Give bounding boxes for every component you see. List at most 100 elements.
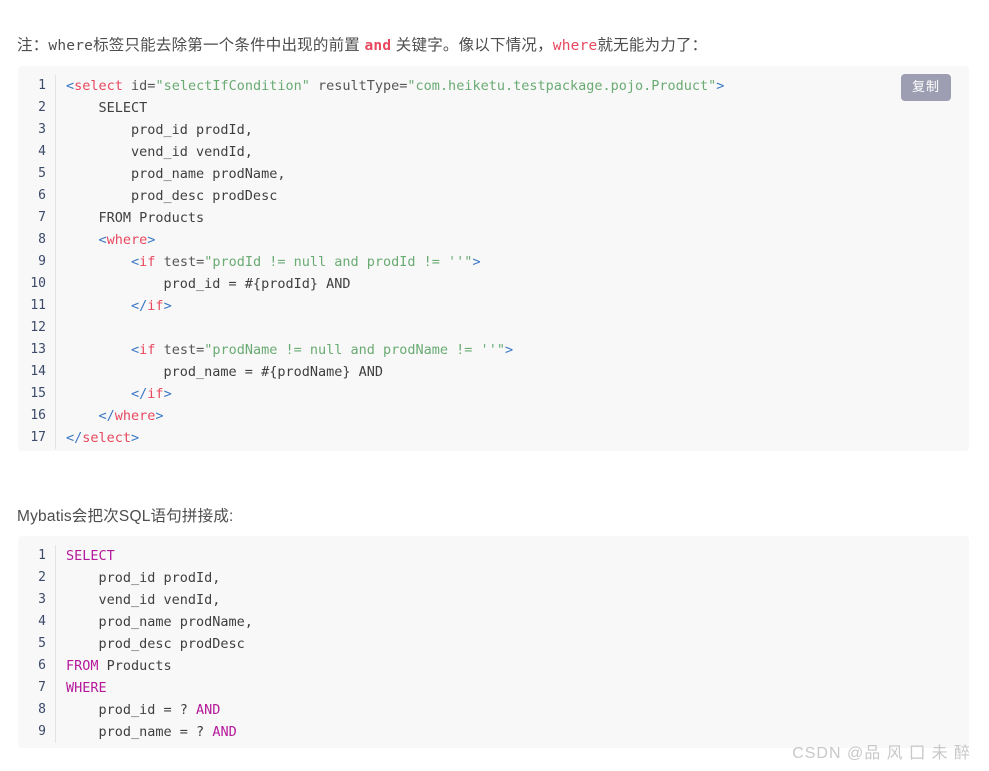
- code-token: >: [131, 430, 140, 446]
- code-token: if: [139, 254, 156, 270]
- inline-code-and: and: [364, 37, 392, 54]
- line-number: 4: [38, 614, 46, 629]
- code-line: prod_name prodName,: [66, 163, 969, 185]
- copy-button[interactable]: 复制: [900, 74, 951, 101]
- code-token: select: [74, 78, 123, 94]
- code-token: </: [131, 386, 148, 402]
- code-token: <: [131, 342, 140, 358]
- code-token: >: [716, 78, 725, 94]
- code-line: SELECT: [66, 545, 969, 567]
- inline-code-where-second: where: [552, 37, 598, 54]
- code-token: </: [98, 408, 115, 424]
- code-token: where: [106, 232, 148, 248]
- code-token: >: [504, 342, 514, 358]
- code-token: prod_name = ?: [66, 724, 213, 740]
- line-number: 3: [38, 592, 46, 607]
- code-line: SELECT: [66, 97, 969, 119]
- code-token: <: [66, 78, 75, 94]
- code-token: if: [147, 298, 164, 314]
- code-line: FROM Products: [66, 655, 969, 677]
- code-token: >: [472, 254, 481, 270]
- code-line: prod_desc prodDesc: [66, 185, 969, 207]
- mid-paragraph: Mybatis会把次SQL语句拼接成:: [17, 507, 234, 525]
- code-line: <if test="prodName != null and prodName …: [66, 339, 969, 361]
- note-prefix: 注：: [17, 36, 49, 54]
- code-token: AND: [196, 702, 221, 718]
- line-number: 8: [38, 702, 46, 717]
- line-number-gutter-1: 1 2 3 4 5 6 7 8 9 10 11 12 13 14 15 16 17: [18, 75, 56, 449]
- code-token: prod_desc prodDesc: [66, 188, 278, 204]
- code-token: if: [139, 342, 156, 358]
- code-token: prod_id prodId,: [66, 122, 253, 138]
- page-root: 注：where标签只能去除第一个条件中出现的前置 and 关键字。像以下情况，w…: [0, 0, 989, 771]
- note-text-3: 就无能为力了：: [597, 36, 708, 54]
- code-token: id=: [122, 78, 156, 94]
- line-number: 1: [38, 548, 46, 563]
- line-number: 3: [38, 122, 46, 137]
- line-number: 6: [38, 658, 46, 673]
- code-token: test=: [155, 254, 205, 270]
- code-block-sql: 1 2 3 4 5 6 7 8 9 SELECT prod_id prodId, vend_id…: [18, 536, 969, 748]
- code-token: FROM Products: [66, 210, 205, 226]
- note-text-2: 关键字。像以下情况，: [391, 36, 553, 54]
- code-line: <select id="selectIfCondition" resultTyp…: [66, 75, 969, 97]
- code-content-1: <select id="selectIfCondition" resultTyp…: [56, 75, 969, 449]
- code-line: prod_name prodName,: [66, 611, 969, 633]
- code-token: where: [114, 408, 156, 424]
- code-token: "prodName != null and prodName != ''": [204, 342, 505, 358]
- code-line: <if test="prodId != null and prodId != '…: [66, 251, 969, 273]
- line-number: 9: [38, 724, 46, 739]
- code-token: vend_id vendId,: [66, 592, 221, 608]
- line-number: 7: [38, 680, 46, 695]
- code-token: <: [98, 232, 107, 248]
- code-content-2: SELECT prod_id prodId, vend_id vendId, p…: [56, 545, 969, 743]
- csdn-watermark: CSDN @品 风 囗 未 醉: [792, 745, 971, 762]
- code-token: "com.heiketu.testpackage.pojo.Product": [407, 78, 717, 94]
- code-token: prod_name prodName,: [66, 166, 286, 182]
- line-number: 12: [30, 320, 46, 335]
- code-token: </: [66, 430, 83, 446]
- code-line: vend_id vendId,: [66, 589, 969, 611]
- code-token: test=: [155, 342, 205, 358]
- code-token: >: [155, 408, 164, 424]
- line-number: 2: [38, 570, 46, 585]
- code-token: "prodId != null and prodId != ''": [204, 254, 473, 270]
- code-token: prod_name prodName,: [66, 614, 253, 630]
- code-token: SELECT: [66, 548, 115, 564]
- code-token: prod_id prodId,: [66, 570, 221, 586]
- code-token: prod_id = #{prodId} AND: [66, 276, 351, 292]
- code-line: prod_desc prodDesc: [66, 633, 969, 655]
- line-number: 6: [38, 188, 46, 203]
- line-number: 2: [38, 100, 46, 115]
- code-line: </select>: [66, 427, 969, 449]
- line-number-gutter-2: 1 2 3 4 5 6 7 8 9: [18, 545, 56, 743]
- line-number: 8: [38, 232, 46, 247]
- line-number: 17: [30, 430, 46, 445]
- code-line: prod_id prodId,: [66, 119, 969, 141]
- line-number: 1: [38, 78, 46, 93]
- line-number: 16: [30, 408, 46, 423]
- code-token: resultType=: [309, 78, 408, 94]
- line-number: 4: [38, 144, 46, 159]
- code-line: prod_name = #{prodName} AND: [66, 361, 969, 383]
- note-text-1: 标签只能去除第一个条件中出现的前置: [93, 36, 365, 54]
- code-line: vend_id vendId,: [66, 141, 969, 163]
- code-token: AND: [212, 724, 237, 740]
- code-line: </if>: [66, 383, 969, 405]
- code-token: </: [131, 298, 148, 314]
- inline-code-where-first: where: [48, 37, 94, 54]
- code-line: </if>: [66, 295, 969, 317]
- code-token: SELECT: [66, 100, 148, 116]
- note-paragraph: 注：where标签只能去除第一个条件中出现的前置 and 关键字。像以下情况，w…: [17, 34, 707, 59]
- code-token: vend_id vendId,: [66, 144, 253, 160]
- code-token: <: [131, 254, 140, 270]
- line-number: 5: [38, 636, 46, 651]
- code-line: <where>: [66, 229, 969, 251]
